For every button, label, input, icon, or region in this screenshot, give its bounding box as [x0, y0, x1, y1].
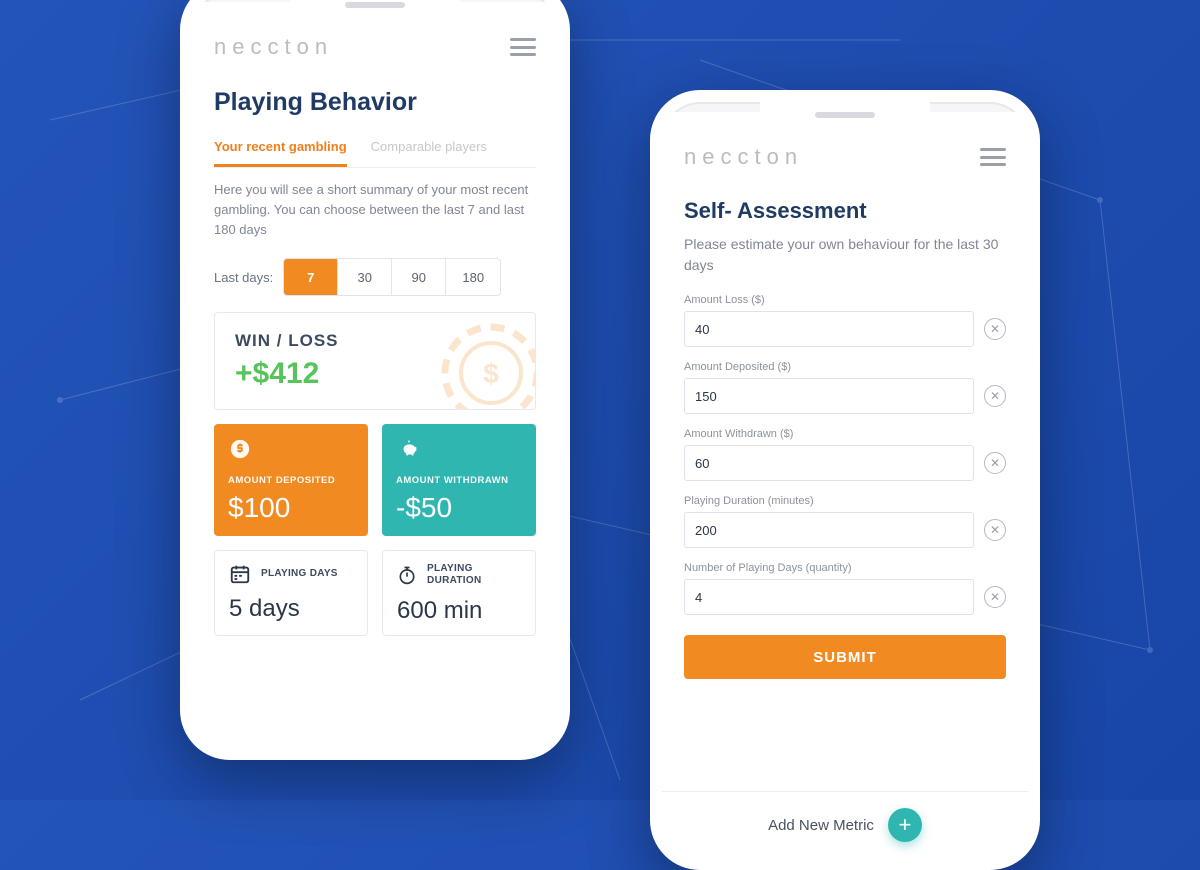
deposited-value: $100 — [228, 492, 354, 524]
page-title: Playing Behavior — [214, 88, 536, 117]
stopwatch-icon — [397, 564, 417, 586]
days-option-30[interactable]: 30 — [338, 259, 392, 295]
phone-self-assessment: neccton Self- Assessment Please estimate… — [650, 90, 1040, 870]
withdrawn-value: -$50 — [396, 492, 522, 524]
playing-duration-value: 600 min — [397, 597, 521, 625]
days-segmented-control: 7 30 90 180 — [283, 258, 501, 296]
playing-days-card: PLAYING DAYS 5 days — [214, 550, 368, 636]
page-title: Self- Assessment — [684, 198, 1006, 224]
casino-chip-icon: $ — [441, 323, 536, 410]
field-amount-loss: Amount Loss ($) ✕ — [684, 294, 1006, 347]
field-label: Amount Deposited ($) — [684, 361, 1006, 373]
playing-duration-input[interactable] — [684, 512, 974, 548]
wallet-icon — [228, 438, 252, 460]
clear-icon[interactable]: ✕ — [984, 318, 1006, 340]
field-label: Number of Playing Days (quantity) — [684, 562, 1006, 574]
field-label: Amount Loss ($) — [684, 294, 1006, 306]
clear-icon[interactable]: ✕ — [984, 452, 1006, 474]
tab-comparable-players[interactable]: Comparable players — [371, 131, 487, 167]
phone-playing-behavior: neccton Playing Behavior Your recent gam… — [180, 0, 570, 760]
days-label: Last days: — [214, 270, 273, 285]
submit-button[interactable]: SUBMIT — [684, 635, 1006, 679]
playing-days-input[interactable] — [684, 579, 974, 615]
playing-duration-caption: PLAYING DURATION — [427, 563, 521, 587]
days-option-180[interactable]: 180 — [446, 259, 500, 295]
field-playing-days: Number of Playing Days (quantity) ✕ — [684, 562, 1006, 615]
playing-duration-card: PLAYING DURATION 600 min — [382, 550, 536, 636]
deposited-tile: AMOUNT DEPOSITED $100 — [214, 424, 368, 536]
days-option-90[interactable]: 90 — [392, 259, 446, 295]
clear-icon[interactable]: ✕ — [984, 586, 1006, 608]
menu-icon[interactable] — [510, 38, 536, 56]
brand-logo: neccton — [214, 34, 333, 60]
field-amount-deposited: Amount Deposited ($) ✕ — [684, 361, 1006, 414]
tabs: Your recent gambling Comparable players — [214, 131, 536, 168]
svg-text:$: $ — [483, 358, 499, 389]
phone-notch — [760, 102, 930, 130]
field-label: Playing Duration (minutes) — [684, 495, 1006, 507]
days-option-7[interactable]: 7 — [284, 259, 338, 295]
clear-icon[interactable]: ✕ — [984, 385, 1006, 407]
field-amount-withdrawn: Amount Withdrawn ($) ✕ — [684, 428, 1006, 481]
deposited-caption: AMOUNT DEPOSITED — [228, 475, 354, 486]
playing-days-value: 5 days — [229, 595, 353, 623]
page-lead: Please estimate your own behaviour for t… — [684, 234, 1006, 276]
field-label: Amount Withdrawn ($) — [684, 428, 1006, 440]
brand-logo: neccton — [684, 144, 803, 170]
menu-icon[interactable] — [980, 148, 1006, 166]
amount-withdrawn-input[interactable] — [684, 445, 974, 481]
plus-icon[interactable]: + — [888, 808, 922, 842]
phone-notch — [290, 0, 460, 20]
field-playing-duration: Playing Duration (minutes) ✕ — [684, 495, 1006, 548]
calendar-icon — [229, 563, 251, 585]
amount-deposited-input[interactable] — [684, 378, 974, 414]
clear-icon[interactable]: ✕ — [984, 519, 1006, 541]
winloss-card: WIN / LOSS +$412 $ — [214, 312, 536, 410]
withdrawn-caption: AMOUNT WITHDRAWN — [396, 475, 522, 486]
withdrawn-tile: AMOUNT WITHDRAWN -$50 — [382, 424, 536, 536]
playing-days-caption: PLAYING DAYS — [261, 568, 338, 580]
tab-description: Here you will see a short summary of you… — [214, 180, 536, 240]
add-metric-row[interactable]: Add New Metric + — [662, 791, 1028, 842]
piggy-bank-icon — [396, 438, 422, 460]
add-metric-label: Add New Metric — [768, 817, 874, 834]
tab-recent-gambling[interactable]: Your recent gambling — [214, 131, 347, 167]
amount-loss-input[interactable] — [684, 311, 974, 347]
